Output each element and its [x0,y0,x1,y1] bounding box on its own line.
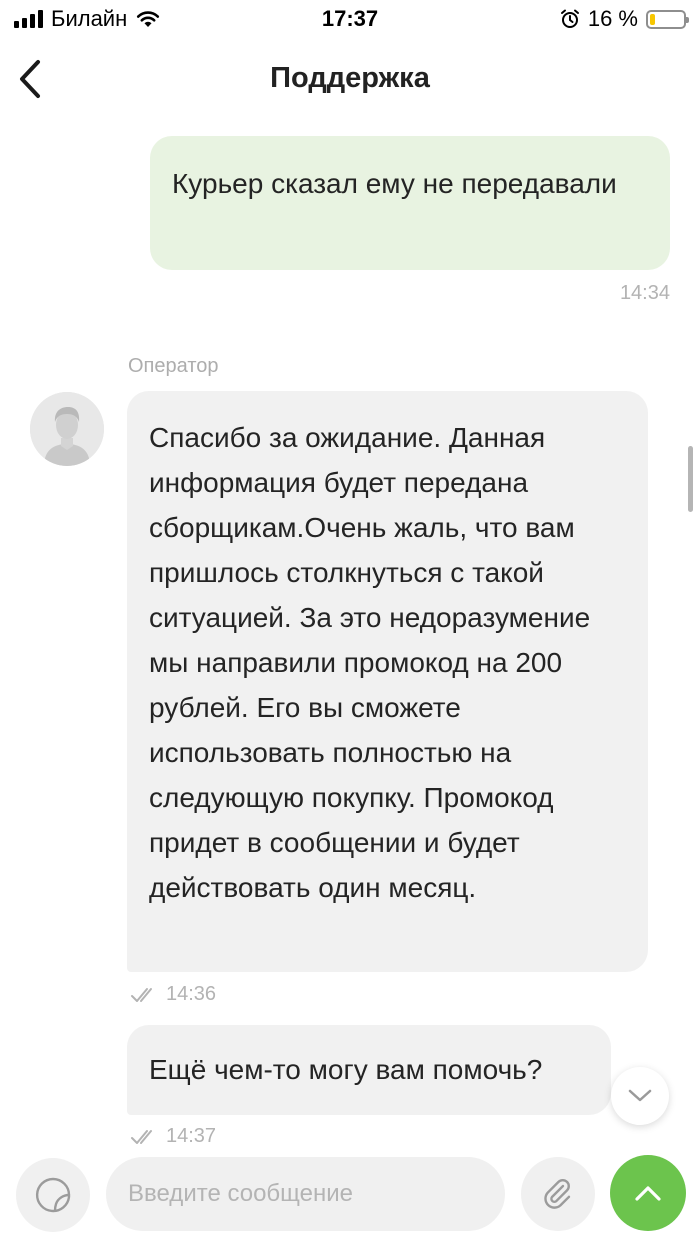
scrollbar[interactable] [688,446,693,512]
status-bar: Билайн 17:37 16 % [0,0,700,40]
sticker-button[interactable] [16,1158,90,1232]
message-text: Спасибо за ожидание. Данная информация б… [149,422,591,903]
message-meta: 14:36 [130,983,216,1006]
battery-percent: 16 % [587,6,638,31]
chevron-down-icon [628,1089,652,1102]
page-title: Поддержка [270,62,430,94]
scroll-down-button[interactable] [611,1067,669,1125]
sender-name: Оператор [128,355,219,377]
back-button[interactable] [8,54,52,104]
chat-header: Поддержка [0,44,700,114]
operator-avatar [30,392,104,466]
attach-button[interactable] [521,1157,595,1231]
chevron-left-icon [20,60,40,98]
double-check-icon [131,987,152,1002]
alarm-icon [560,9,579,28]
battery-icon [646,9,689,29]
avatar-placeholder-icon [30,392,104,466]
paperclip-icon [544,1179,571,1209]
double-check-icon [131,1129,152,1144]
outgoing-message-bubble[interactable]: Курьер сказал ему не передавали [150,136,670,270]
message-text: Ещё чем-то могу вам помочь? [149,1054,543,1085]
status-right: 16 % [560,6,689,32]
message-time: 14:34 [619,282,670,304]
message-meta: 14:37 [130,1125,216,1148]
battery-level [650,13,656,25]
chevron-up-icon [635,1186,661,1201]
message-time: 14:37 [166,1125,217,1147]
incoming-message-bubble[interactable]: Спасибо за ожидание. Данная информация б… [127,391,648,972]
message-time: 14:36 [166,983,217,1005]
send-button[interactable] [610,1155,686,1231]
message-text: Курьер сказал ему не передавали [172,168,617,199]
sticker-icon [36,1177,71,1213]
incoming-message-bubble[interactable]: Ещё чем-то могу вам помочь? [127,1025,611,1115]
message-input[interactable] [106,1157,505,1231]
